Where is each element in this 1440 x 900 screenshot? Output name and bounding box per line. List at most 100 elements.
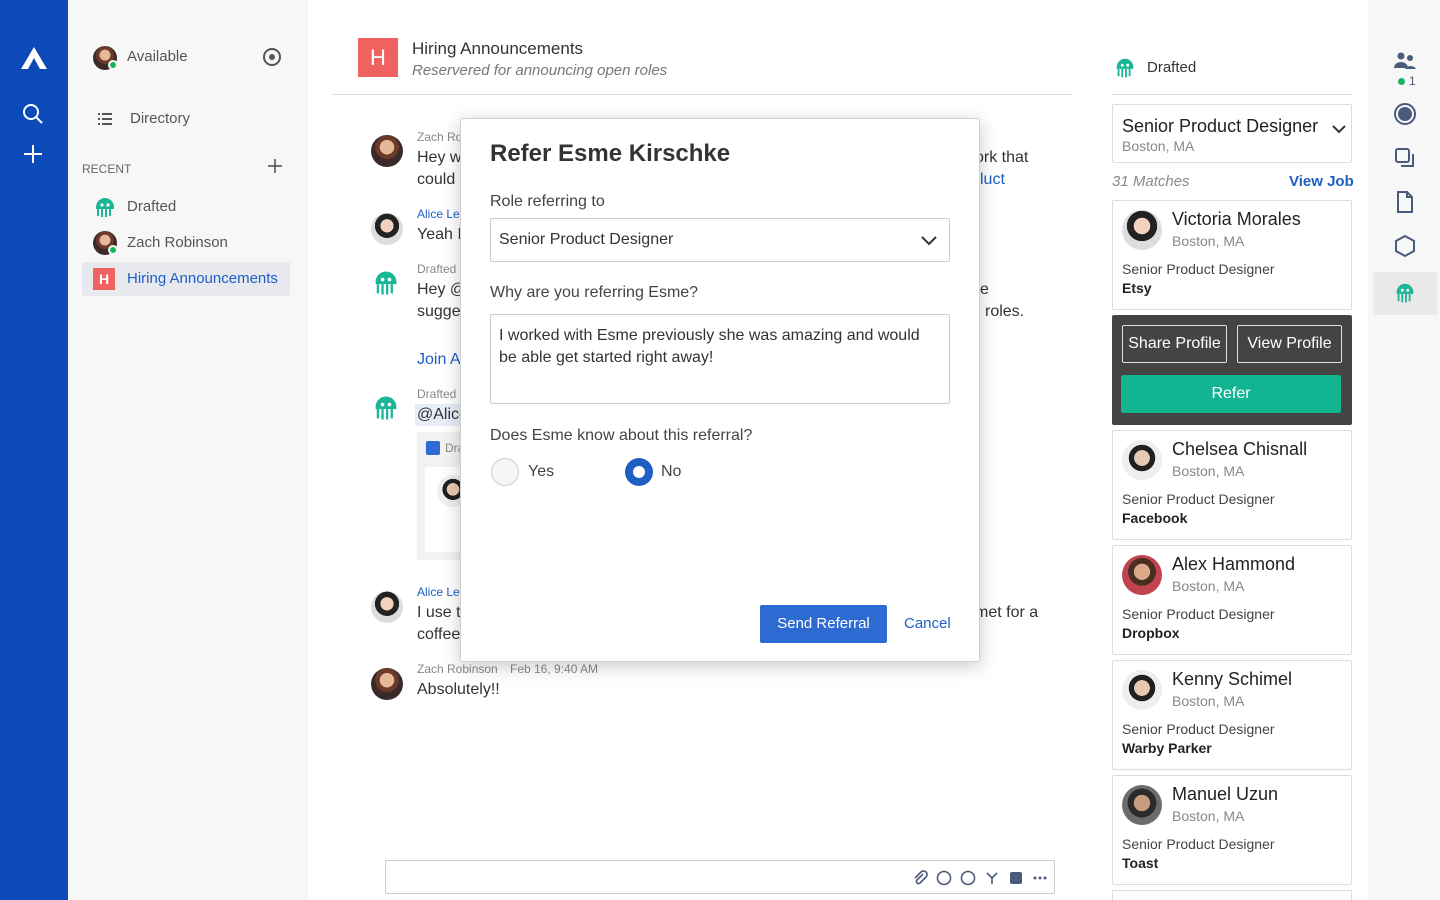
hexagon-icon[interactable] xyxy=(1393,234,1417,258)
candidate-name: Manuel Uzun xyxy=(1172,784,1279,804)
message-author: Zach Robinson xyxy=(417,662,498,676)
plus-icon[interactable] xyxy=(22,143,44,165)
channel-title: Hiring Announcements xyxy=(412,39,584,58)
drafted-bot-icon xyxy=(1116,58,1134,78)
message-fragment: e xyxy=(980,281,989,298)
copy-icon[interactable] xyxy=(1393,146,1417,170)
directory-link[interactable]: Directory xyxy=(130,110,190,127)
modal-title: Refer Esme Kirschke xyxy=(490,140,731,167)
avatar xyxy=(371,591,403,623)
no-label: No xyxy=(661,463,682,480)
drafted-bot-icon xyxy=(96,198,114,217)
send-referral-button[interactable]: Send Referral xyxy=(760,605,887,643)
share-profile-button[interactable]: Share Profile xyxy=(1122,325,1227,363)
radio-dot xyxy=(633,466,645,478)
status-label[interactable]: Available xyxy=(127,48,188,65)
sidebar-item-drafted[interactable]: Drafted xyxy=(82,190,290,224)
avatar xyxy=(1122,785,1162,825)
candidate-card[interactable]: Alex Hammond Boston, MA Senior Product D… xyxy=(1112,545,1352,655)
target-icon[interactable] xyxy=(262,47,282,67)
candidate-card[interactable]: Kenny Schimel Boston, MA Senior Product … xyxy=(1112,660,1352,770)
job-location: Boston, MA xyxy=(1122,138,1195,154)
message-author: Alice Le xyxy=(417,207,460,221)
panel-divider xyxy=(1112,94,1352,95)
message-text: coffee xyxy=(417,626,461,643)
view-profile-button[interactable]: View Profile xyxy=(1237,325,1342,363)
yes-radio[interactable] xyxy=(491,458,519,486)
right-rail xyxy=(1368,0,1440,900)
list-icon xyxy=(98,113,112,125)
why-label: Why are you referring Esme? xyxy=(490,284,699,301)
channel-subtitle: Reservered for announcing open roles xyxy=(412,62,668,79)
candidate-card[interactable]: Chelsea Chisnall Boston, MA Senior Produ… xyxy=(1112,430,1352,540)
chevron-down-icon xyxy=(921,236,937,246)
search-icon[interactable] xyxy=(22,103,44,125)
candidate-location: Boston, MA xyxy=(1172,578,1245,594)
drafted-bot-icon xyxy=(375,396,397,420)
online-indicator xyxy=(108,60,118,70)
candidate-card[interactable]: Victoria Morales Boston, MA Senior Produ… xyxy=(1112,200,1352,310)
logo-icon[interactable] xyxy=(20,46,48,70)
candidate-role: Senior Product Designer xyxy=(1122,721,1275,737)
candidate-company: Toast xyxy=(1122,855,1159,871)
sidebar-item-hiring-announcements[interactable]: H Hiring Announcements xyxy=(82,262,290,296)
candidate-company: Dropbox xyxy=(1122,625,1180,641)
message-text: Absolutely!! xyxy=(417,681,500,698)
avatar xyxy=(371,135,403,167)
candidate-role: Senior Product Designer xyxy=(1122,491,1275,507)
message-text: I use t xyxy=(417,604,461,621)
message-text: Hey w xyxy=(417,149,462,166)
candidate-card-partial xyxy=(1112,890,1352,900)
people-icon[interactable] xyxy=(1393,50,1417,74)
candidate-company: Facebook xyxy=(1122,510,1188,526)
candidate-company: Etsy xyxy=(1122,280,1152,296)
gif-icon[interactable] xyxy=(984,870,1000,886)
message-text: could xyxy=(417,171,456,188)
role-select[interactable]: Senior Product Designer xyxy=(490,218,950,262)
candidate-company: Warby Parker xyxy=(1122,740,1212,756)
sidebar-item-zach-robinson[interactable]: Zach Robinson xyxy=(82,226,290,260)
channel-icon: H xyxy=(358,38,398,77)
job-title: Senior Product Designer xyxy=(1122,116,1319,136)
candidate-card[interactable]: Manuel Uzun Boston, MA Senior Product De… xyxy=(1112,775,1352,885)
record-icon[interactable] xyxy=(1393,102,1417,126)
attach-icon[interactable] xyxy=(912,870,928,886)
message-author: Zach Ro xyxy=(417,130,463,144)
channel-h-icon: H xyxy=(93,268,115,290)
join-link[interactable]: Join A xyxy=(417,349,461,371)
message-author: Drafted xyxy=(417,387,457,401)
message-text: Yeah I xyxy=(417,226,462,243)
candidate-hover-card[interactable]: Share Profile View Profile Refer xyxy=(1112,315,1352,425)
cancel-button[interactable]: Cancel xyxy=(904,615,951,632)
header-divider xyxy=(332,94,1072,95)
match-count: 31 Matches xyxy=(1112,173,1190,190)
candidate-location: Boston, MA xyxy=(1172,808,1245,824)
card-icon xyxy=(426,441,440,455)
message-text: Hey @ xyxy=(417,281,467,298)
presence-count: 1 xyxy=(1409,74,1416,88)
mention-icon[interactable] xyxy=(960,870,976,886)
why-textarea[interactable]: I worked with Esme previously she was am… xyxy=(490,314,950,404)
no-radio[interactable] xyxy=(625,458,653,486)
view-job-link[interactable]: View Job xyxy=(1289,173,1354,190)
emoji-icon[interactable] xyxy=(936,870,952,886)
message-link-fragment[interactable]: luct xyxy=(980,169,1005,191)
document-icon[interactable] xyxy=(1393,190,1417,214)
refer-modal: Refer Esme Kirschke Role referring to Se… xyxy=(460,118,980,662)
message-composer[interactable] xyxy=(385,860,1055,894)
job-select[interactable]: Senior Product Designer Boston, MA xyxy=(1112,104,1352,163)
file-icon[interactable] xyxy=(1008,870,1024,886)
drafted-bot-icon[interactable] xyxy=(1393,281,1417,305)
candidate-location: Boston, MA xyxy=(1172,693,1245,709)
candidate-name: Kenny Schimel xyxy=(1172,669,1293,689)
add-recent-icon[interactable] xyxy=(268,159,282,173)
avatar xyxy=(1122,440,1162,480)
candidate-role: Senior Product Designer xyxy=(1122,836,1275,852)
more-icon[interactable] xyxy=(1032,870,1048,886)
candidate-name: Alex Hammond xyxy=(1172,554,1296,574)
refer-button[interactable]: Refer xyxy=(1121,375,1341,413)
avatar xyxy=(371,668,403,700)
message-fragment: ork that xyxy=(975,149,1029,166)
candidate-location: Boston, MA xyxy=(1172,463,1245,479)
message-author: Drafted xyxy=(417,262,457,276)
